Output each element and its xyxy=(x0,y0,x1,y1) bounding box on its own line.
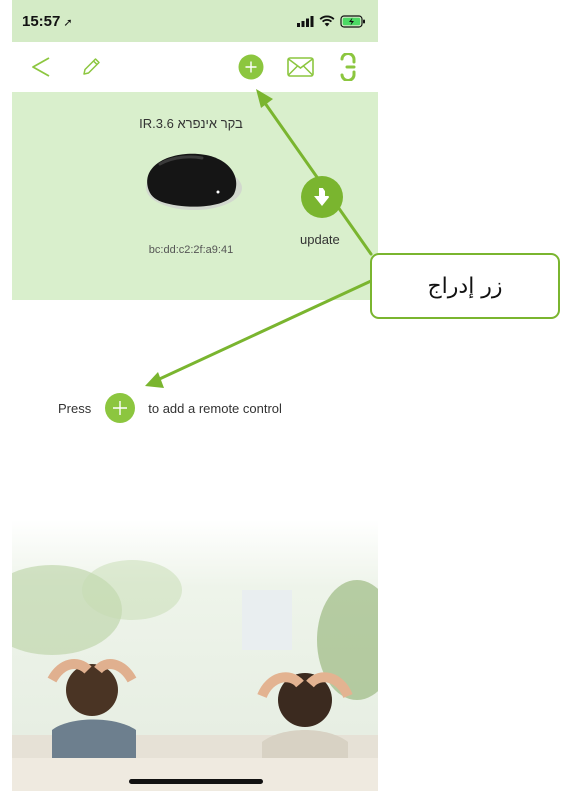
hint-text-press: Press xyxy=(58,400,92,416)
device-mac-address: bc:dd:c2:2f:a9:41 xyxy=(148,244,234,256)
more-icon xyxy=(340,53,356,81)
mail-button[interactable] xyxy=(286,54,314,80)
add-icon xyxy=(238,54,264,80)
back-icon xyxy=(32,57,50,77)
time-text: 15:57 xyxy=(22,12,61,30)
more-button[interactable] xyxy=(336,52,360,82)
ir-remote-device-image xyxy=(146,153,242,210)
device-panel[interactable]: בקר אינפרא IR.3.6 update bc:dd:c2:2f:a9:… xyxy=(12,92,378,300)
living-room-photo xyxy=(12,520,378,791)
back-button[interactable] xyxy=(28,54,54,80)
add-button[interactable] xyxy=(238,54,264,80)
edit-icon xyxy=(83,58,100,75)
update-button[interactable] xyxy=(301,176,343,218)
edit-button[interactable] xyxy=(78,54,104,80)
mail-icon xyxy=(286,57,314,77)
insert-button-callout: زر إدراج xyxy=(370,253,560,319)
download-arrow-icon xyxy=(314,188,330,206)
home-indicator[interactable] xyxy=(129,779,263,784)
status-time: 15:57 ➚ xyxy=(22,13,73,30)
location-icon: ➚ xyxy=(63,16,73,29)
plus-icon xyxy=(113,401,128,415)
status-bar: 15:57 ➚ xyxy=(12,0,378,42)
phone-screen: 15:57 ➚ בקר אינפרא IR.3.6 update bc:dd:c… xyxy=(12,0,378,791)
status-icons xyxy=(297,14,366,28)
signal-icon xyxy=(297,15,314,27)
hint-add-button[interactable] xyxy=(105,393,136,423)
wifi-icon xyxy=(319,15,335,27)
device-name: בקר אינפרא IR.3.6 xyxy=(139,116,243,131)
hint-text-add: to add a remote control xyxy=(148,400,282,416)
battery-charging-icon xyxy=(340,14,365,28)
add-remote-hint: Press to add a remote control xyxy=(58,393,282,423)
nav-bar xyxy=(12,42,378,92)
